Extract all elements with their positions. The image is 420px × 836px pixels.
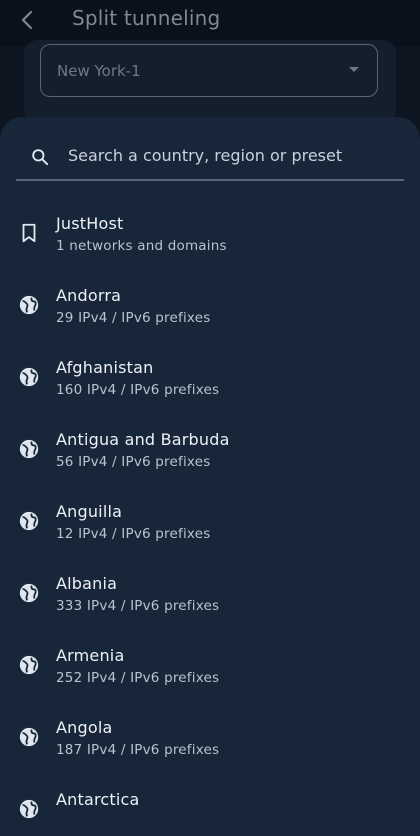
globe-icon: [18, 654, 40, 676]
list-item-title: Antigua and Barbuda: [56, 430, 230, 449]
list-item-subtitle: 29 IPv4 / IPv6 prefixes: [56, 310, 211, 326]
list-item[interactable]: Antigua and Barbuda 56 IPv4 / IPv6 prefix…: [0, 421, 420, 493]
dropdown-caret-icon: [349, 67, 359, 72]
list-item[interactable]: Antarctica: [0, 781, 420, 836]
search-icon: [32, 149, 49, 166]
globe-icon: [18, 438, 40, 460]
list-item[interactable]: Afghanistan 160 IPv4 / IPv6 prefixes: [0, 349, 420, 421]
list-item[interactable]: Albania 333 IPv4 / IPv6 prefixes: [0, 565, 420, 637]
server-select[interactable]: New York-1: [40, 44, 378, 97]
globe-icon: [18, 366, 40, 388]
list-item-subtitle: 187 IPv4 / IPv6 prefixes: [56, 742, 220, 758]
list-item-subtitle: 12 IPv4 / IPv6 prefixes: [56, 526, 211, 542]
list-item-title: JustHost: [56, 214, 124, 233]
list-item-subtitle: 160 IPv4 / IPv6 prefixes: [56, 382, 220, 398]
list-item-title: Andorra: [56, 286, 122, 305]
list-item-title: Angola: [56, 718, 113, 737]
list-item-title: Antarctica: [56, 790, 140, 809]
globe-icon: [18, 510, 40, 532]
server-select-value: New York-1: [57, 62, 141, 80]
list-item-subtitle: 1 networks and domains: [56, 238, 227, 254]
bottom-sheet: JustHost 1 networks and domains Andorra 29 …: [0, 117, 420, 836]
list-item-subtitle: 252 IPv4 / IPv6 prefixes: [56, 670, 220, 686]
bookmark-icon: [18, 222, 40, 244]
list-item-subtitle: 56 IPv4 / IPv6 prefixes: [56, 454, 211, 470]
list-item[interactable]: Angola 187 IPv4 / IPv6 prefixes: [0, 709, 420, 781]
list-item-title: Afghanistan: [56, 358, 154, 377]
list-item[interactable]: JustHost 1 networks and domains: [0, 205, 420, 277]
back-arrow-icon[interactable]: [16, 8, 40, 32]
page-title: Split tunneling: [72, 6, 221, 30]
list-item[interactable]: Armenia 252 IPv4 / IPv6 prefixes: [0, 637, 420, 709]
search-bar[interactable]: [16, 135, 404, 181]
globe-icon: [18, 726, 40, 748]
search-input[interactable]: [68, 141, 388, 169]
globe-icon: [18, 582, 40, 604]
country-list: JustHost 1 networks and domains Andorra 29 …: [0, 205, 420, 836]
list-item-title: Albania: [56, 574, 118, 593]
list-item-subtitle: 333 IPv4 / IPv6 prefixes: [56, 598, 220, 614]
list-item-title: Anguilla: [56, 502, 123, 521]
globe-icon: [18, 294, 40, 316]
globe-icon: [18, 798, 40, 820]
list-item[interactable]: Andorra 29 IPv4 / IPv6 prefixes: [0, 277, 420, 349]
list-item[interactable]: Anguilla 12 IPv4 / IPv6 prefixes: [0, 493, 420, 565]
list-item-title: Armenia: [56, 646, 125, 665]
